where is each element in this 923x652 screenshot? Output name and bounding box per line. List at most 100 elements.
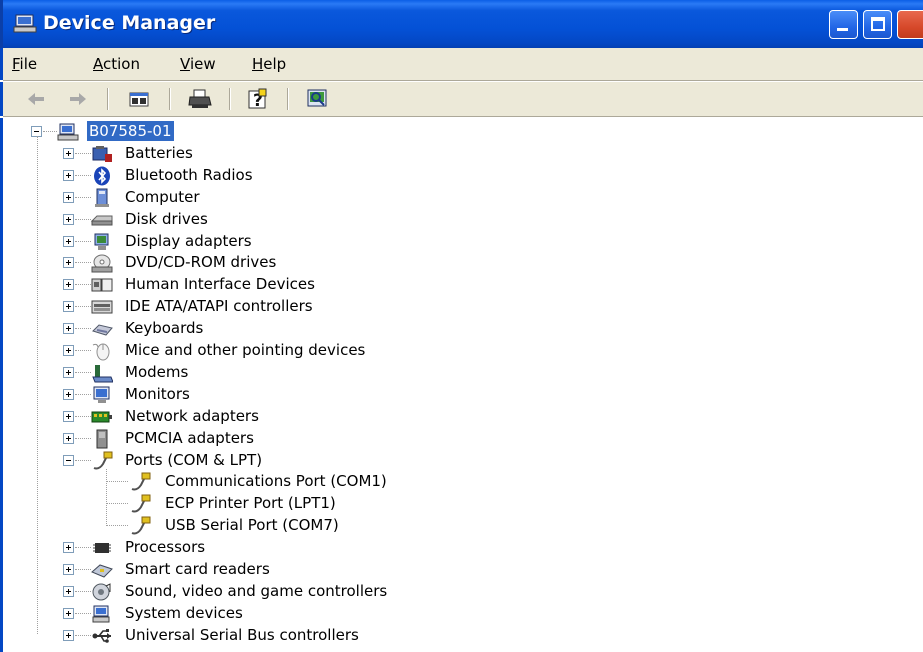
expand-toggle[interactable] [63, 257, 74, 269]
category-row[interactable]: Smart card readers [3, 558, 903, 580]
category-row[interactable]: DVD/CD-ROM drives [3, 251, 903, 273]
expand-toggle[interactable] [63, 432, 74, 444]
tree-root[interactable]: B07585-01 [3, 120, 903, 142]
collapse-toggle[interactable] [63, 454, 74, 466]
category-row[interactable]: Processors [3, 536, 903, 558]
device-label: Communications Port (COM1) [165, 472, 387, 491]
tree-connector [75, 328, 91, 330]
category-label: DVD/CD-ROM drives [125, 253, 277, 272]
category-row[interactable]: Mice and other pointing devices [3, 339, 903, 361]
category-row[interactable]: System devices [3, 602, 903, 624]
category-row[interactable]: Disk drives [3, 208, 903, 230]
monitor-icon [93, 386, 110, 403]
expand-toggle[interactable] [63, 410, 74, 422]
menu-help[interactable]: Help [252, 55, 286, 73]
expand-toggle[interactable] [63, 323, 74, 335]
tree-connector [106, 468, 107, 527]
expand-toggle[interactable] [63, 301, 74, 313]
minimize-icon [837, 28, 848, 31]
menu-action[interactable]: Action [93, 55, 140, 73]
tree-connector [75, 393, 91, 395]
tree-connector [75, 306, 91, 308]
category-row[interactable]: Modems [3, 361, 903, 383]
tree-connector [75, 634, 91, 636]
device-row[interactable]: Communications Port (COM1) [3, 470, 903, 492]
category-row[interactable]: Ports (COM & LPT) [3, 449, 903, 471]
tree-connector [75, 218, 91, 220]
category-row[interactable]: Keyboards [3, 317, 903, 339]
title-bar[interactable]: Device Manager [0, 0, 923, 48]
tree-connector [75, 196, 91, 198]
category-label: Ports (COM & LPT) [125, 450, 263, 469]
expand-toggle[interactable] [63, 213, 74, 225]
category-row[interactable]: Batteries [3, 142, 903, 164]
category-label: Mice and other pointing devices [125, 341, 366, 359]
maximize-button[interactable] [863, 10, 892, 39]
category-row[interactable]: Network adapters [3, 405, 903, 427]
expand-toggle[interactable] [63, 564, 74, 575]
expand-toggle[interactable] [63, 345, 74, 356]
category-row[interactable]: PCMCIA adapters [3, 427, 903, 449]
computer [57, 123, 79, 141]
category-row[interactable]: Bluetooth Radios [3, 164, 903, 186]
tree-connector [75, 152, 91, 154]
back-arrow-icon[interactable] [25, 87, 47, 111]
tree-connector [43, 131, 57, 132]
tree-connector [75, 590, 91, 592]
category-label: IDE ATA/ATAPI controllers [125, 297, 313, 316]
category-label: Keyboards [125, 319, 204, 338]
menu-file[interactable]: File [12, 55, 37, 73]
tree-connector [106, 525, 128, 527]
toolbar-separator [107, 88, 109, 110]
expand-toggle[interactable] [63, 279, 74, 291]
computer-icon [95, 188, 109, 207]
port-icon [131, 516, 151, 535]
minimize-button[interactable] [829, 10, 858, 39]
tree-connector [75, 371, 91, 373]
show-hide-console-tree-icon[interactable] [127, 87, 151, 111]
category-row[interactable]: Universal Serial Bus controllers [3, 624, 903, 646]
category-row[interactable]: Display adapters [3, 230, 903, 252]
expand-toggle[interactable] [63, 542, 74, 554]
category-row[interactable]: Sound, video and game controllers [3, 580, 903, 602]
expand-toggle[interactable] [63, 169, 74, 181]
category-row[interactable]: Monitors [3, 383, 903, 405]
scan-hardware-icon[interactable] [305, 87, 331, 111]
category-row[interactable]: Computer [3, 186, 903, 208]
display-adapter-icon [94, 233, 109, 250]
expand-toggle[interactable] [63, 585, 74, 597]
expand-toggle[interactable] [63, 629, 74, 641]
category-row[interactable]: IDE ATA/ATAPI controllers [3, 295, 903, 317]
expand-toggle[interactable] [63, 607, 74, 619]
forward-arrow-icon[interactable] [67, 87, 89, 111]
tree-connector [75, 284, 91, 286]
tree-connector [75, 174, 91, 176]
modem-icon [92, 364, 113, 383]
expand-toggle[interactable] [63, 366, 74, 378]
processor-icon [93, 543, 111, 554]
close-button[interactable] [897, 10, 923, 39]
tree-connector [75, 459, 91, 461]
tree-connector [75, 547, 91, 549]
device-label: USB Serial Port (COM7) [165, 516, 339, 535]
category-label: Display adapters [125, 231, 252, 250]
category-label: PCMCIA adapters [125, 428, 254, 447]
expand-toggle[interactable] [63, 235, 74, 247]
expand-toggle[interactable] [63, 388, 74, 400]
print-icon[interactable] [187, 87, 213, 111]
system-devices-icon [92, 605, 110, 623]
help-icon[interactable]: ? [245, 87, 271, 111]
toolbar-separator [287, 88, 289, 110]
category-label: Computer [125, 187, 200, 206]
category-label: System devices [125, 603, 243, 622]
device-row[interactable]: ECP Printer Port (LPT1) [3, 492, 903, 514]
category-label: Disk drives [125, 209, 208, 228]
menu-view[interactable]: View [180, 55, 216, 73]
device-row[interactable]: USB Serial Port (COM7) [3, 514, 903, 536]
category-row[interactable]: Human Interface Devices [3, 273, 903, 295]
expand-toggle[interactable] [63, 191, 74, 203]
expand-toggle[interactable] [63, 147, 74, 159]
tree-connector [75, 240, 91, 242]
tree-connector [106, 503, 128, 505]
tree-connector [75, 415, 91, 417]
